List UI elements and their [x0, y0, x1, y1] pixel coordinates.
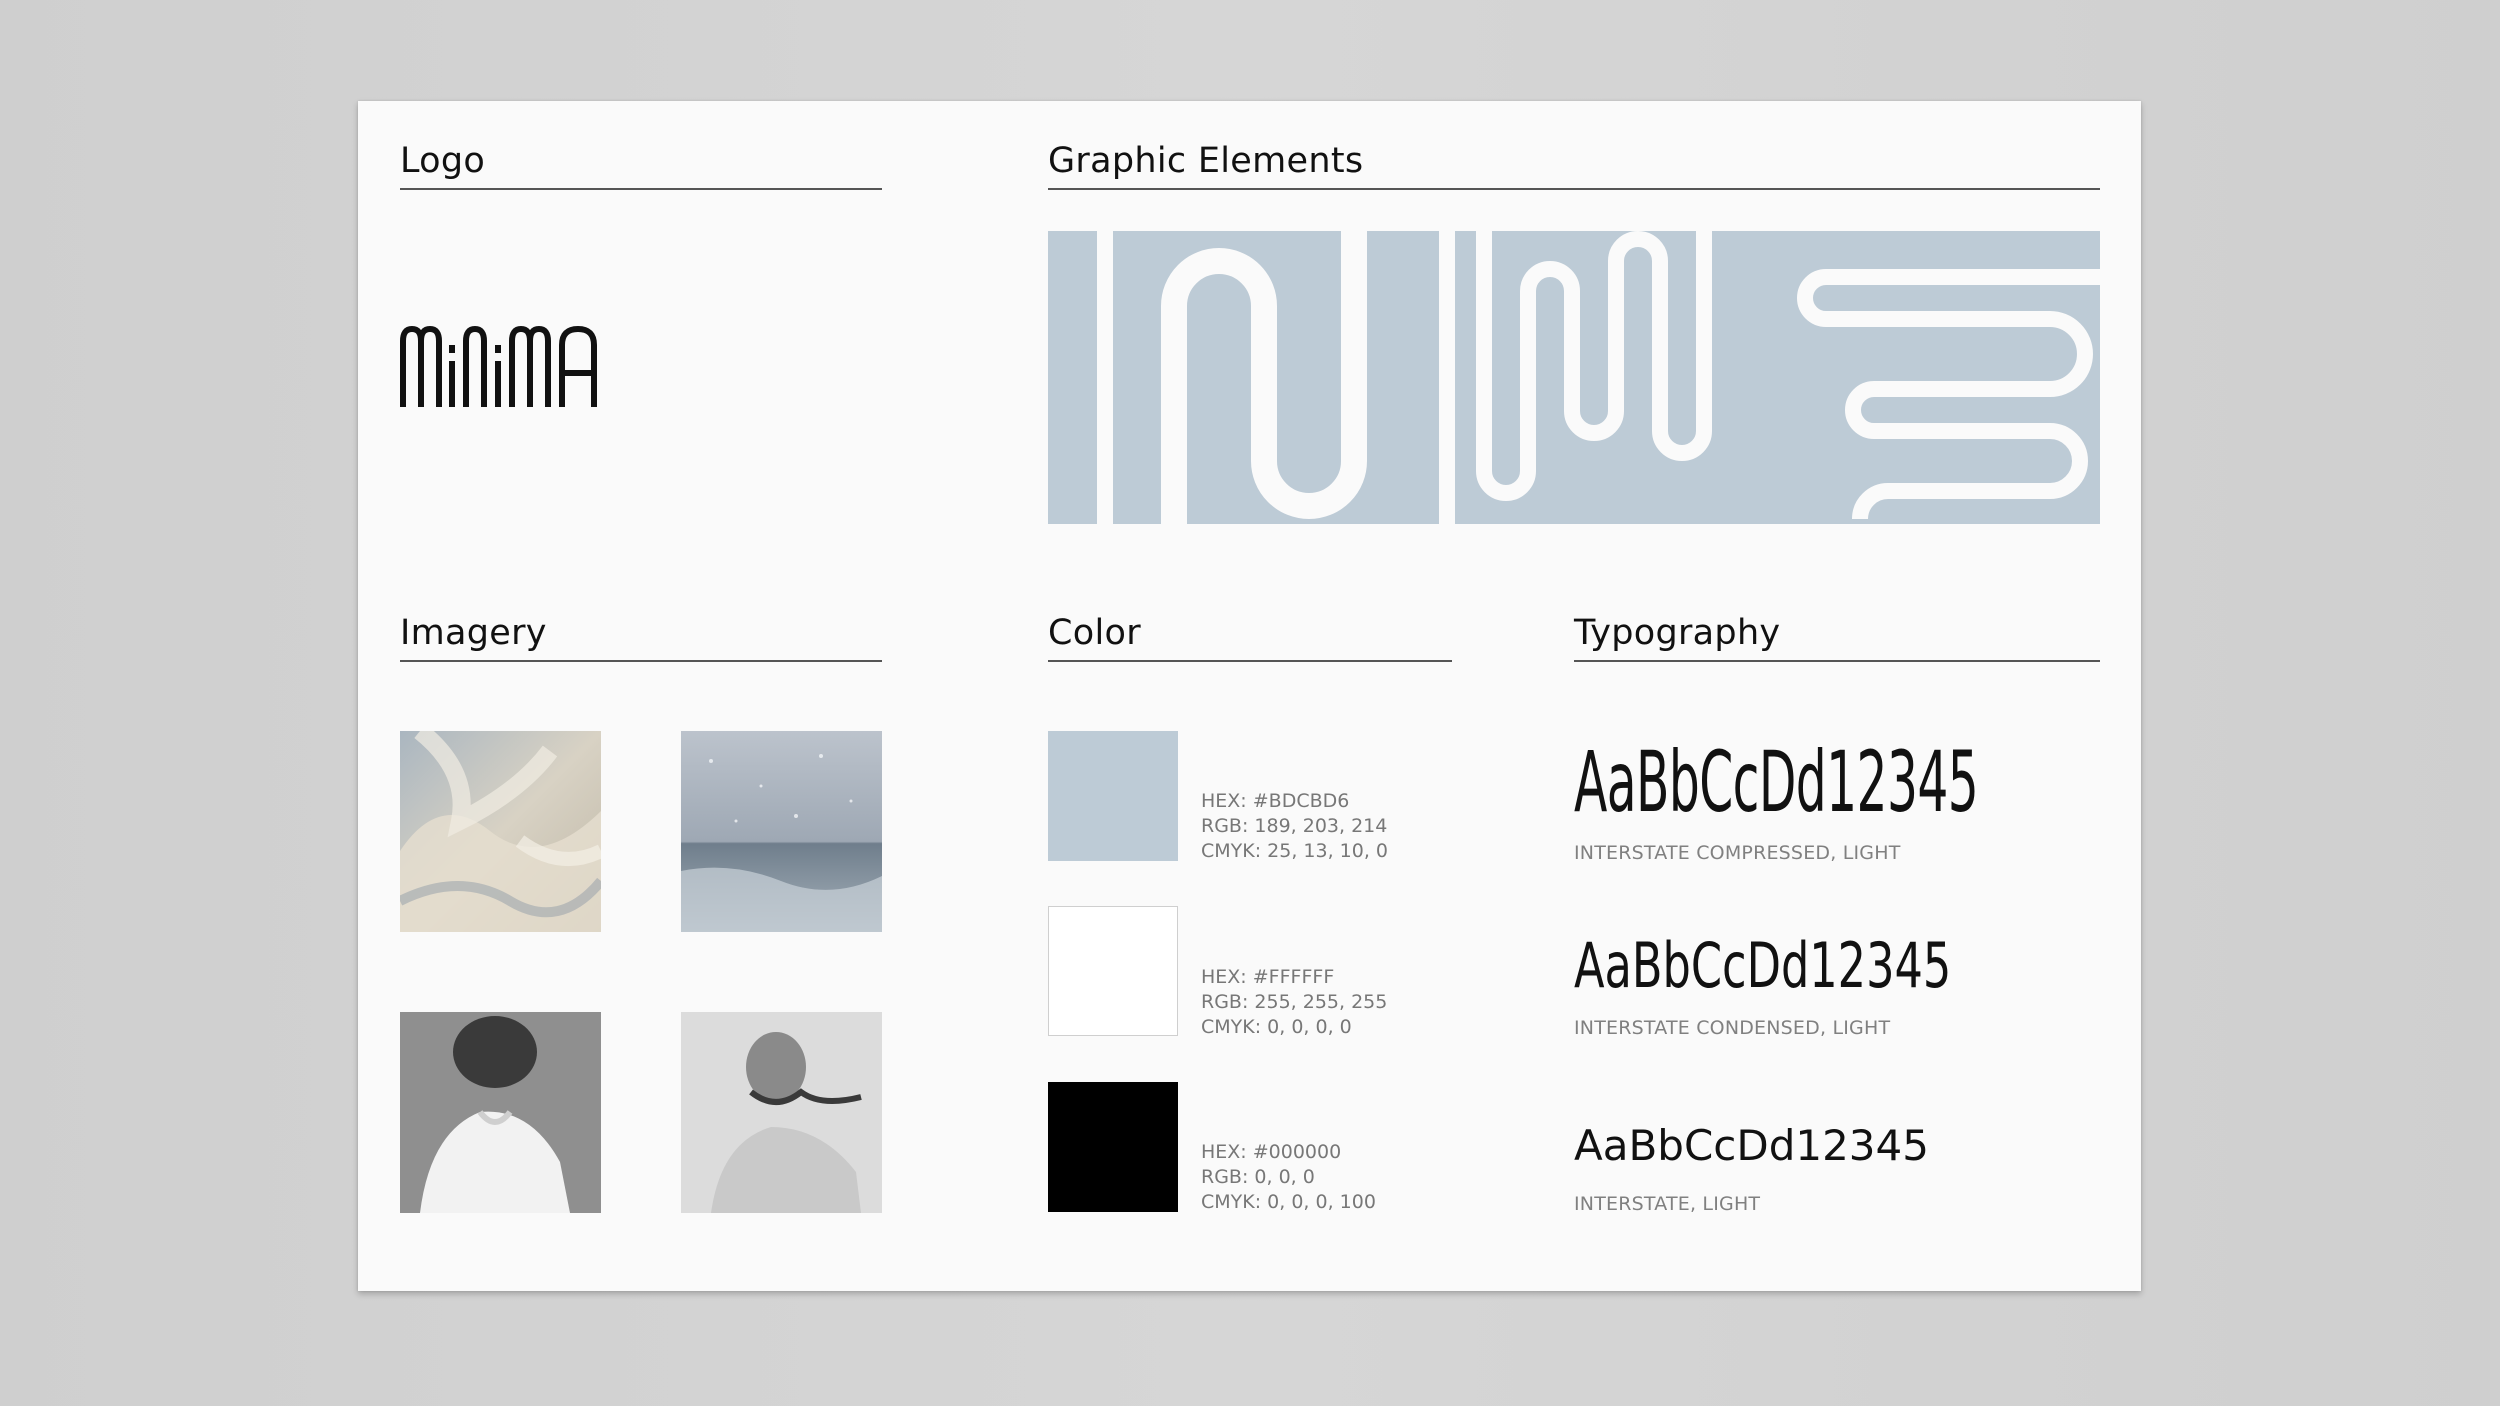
- rgb-value: RGB: 255, 255, 255: [1201, 991, 1388, 1013]
- hex-value: HEX: #FFFFFF: [1201, 966, 1335, 988]
- swatch-blue: [1048, 731, 1178, 861]
- swatch-black-info: HEX: #000000 RGB: 0, 0, 0 CMYK: 0, 0, 0,…: [1201, 1140, 1376, 1215]
- typography-rule: [1574, 660, 2100, 662]
- section-title-typography: Typography: [1574, 613, 1781, 653]
- imagery-rule: [400, 660, 882, 662]
- cmyk-value: CMYK: 25, 13, 10, 0: [1201, 840, 1389, 862]
- rgb-value: RGB: 0, 0, 0: [1201, 1166, 1315, 1188]
- hex-value: HEX: #BDCBD6: [1201, 790, 1350, 812]
- swatch-white: [1048, 906, 1178, 1036]
- type-sample-regular: AaBbCcDd12345: [1574, 1121, 1929, 1170]
- image-sea: [681, 731, 882, 932]
- type-name-condensed: INTERSTATE CONDENSED, LIGHT: [1574, 1017, 1891, 1039]
- swatch-blue-info: HEX: #BDCBD6 RGB: 189, 203, 214 CMYK: 25…: [1201, 789, 1388, 864]
- section-title-imagery: Imagery: [400, 613, 547, 653]
- hex-value: HEX: #000000: [1201, 1141, 1342, 1163]
- type-name-compressed: INTERSTATE COMPRESSED, LIGHT: [1574, 842, 1901, 864]
- logo-rule: [400, 188, 882, 190]
- graphic-rule: [1048, 188, 2100, 190]
- section-title-graphic: Graphic Elements: [1048, 141, 1364, 181]
- type-name-regular: INTERSTATE, LIGHT: [1574, 1193, 1761, 1215]
- section-title-logo: Logo: [400, 141, 486, 181]
- brand-guidelines-sheet: Logo Graphic Elements Imagery Color HEX:…: [358, 101, 2141, 1291]
- type-sample-condensed: AaBbCcDd12345: [1574, 929, 1952, 1002]
- cmyk-value: CMYK: 0, 0, 0, 0: [1201, 1016, 1352, 1038]
- brand-logo: [400, 323, 610, 411]
- image-portrait-2: [681, 1012, 882, 1213]
- cmyk-value: CMYK: 0, 0, 0, 100: [1201, 1191, 1376, 1213]
- swatch-white-info: HEX: #FFFFFF RGB: 255, 255, 255 CMYK: 0,…: [1201, 965, 1387, 1040]
- image-portrait-1: [400, 1012, 601, 1213]
- type-sample-compressed: AaBbCcDd12345: [1574, 733, 1979, 831]
- rgb-value: RGB: 189, 203, 214: [1201, 815, 1388, 837]
- image-fabric: [400, 731, 601, 932]
- graphic-elements-pattern: [1048, 231, 2100, 524]
- section-title-color: Color: [1048, 613, 1141, 653]
- swatch-black: [1048, 1082, 1178, 1212]
- color-rule: [1048, 660, 1452, 662]
